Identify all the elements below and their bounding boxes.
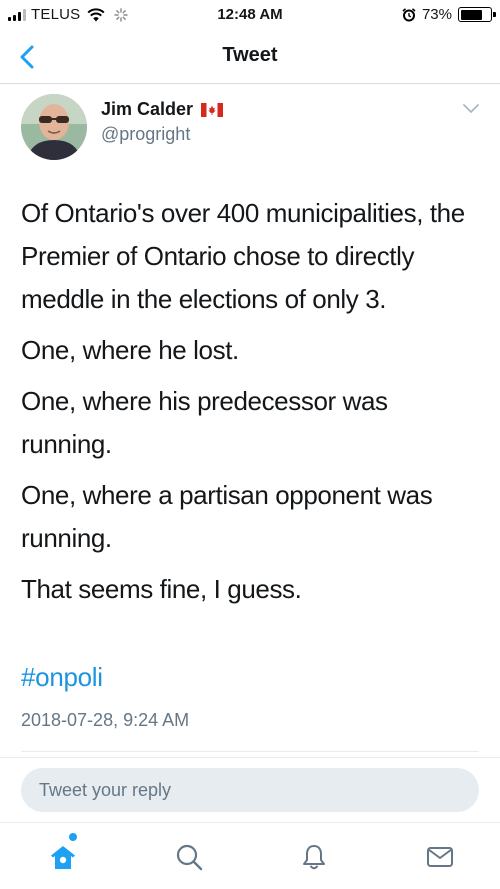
- page-title: Tweet: [222, 44, 278, 66]
- avatar[interactable]: [21, 94, 87, 160]
- canada-flag-icon: [201, 102, 224, 117]
- tab-bar: [0, 822, 500, 889]
- bell-icon: [303, 845, 325, 870]
- home-icon: [51, 846, 75, 869]
- nav-bar: Tweet: [0, 30, 500, 84]
- tweet-paragraph: One, where a partisan opponent was runni…: [21, 480, 433, 553]
- status-right: 73%: [402, 6, 496, 23]
- hashtag-link[interactable]: #onpoli: [21, 662, 103, 693]
- author-name[interactable]: Jim Calder: [101, 99, 193, 120]
- chevron-down-icon[interactable]: [461, 102, 481, 116]
- tab-notifications[interactable]: [298, 841, 330, 873]
- tweet-author: Jim Calder @progright: [21, 94, 481, 160]
- search-icon: [176, 844, 203, 871]
- alarm-icon: [402, 7, 416, 21]
- tab-home[interactable]: [47, 841, 79, 873]
- avatar-image: [21, 94, 87, 160]
- tweet-text: Of Ontario's over 400 municipalities, th…: [21, 192, 483, 619]
- tweet-paragraph: That seems fine, I guess.: [21, 574, 302, 604]
- battery-percent: 73%: [421, 6, 452, 23]
- author-name-row: Jim Calder: [101, 99, 224, 120]
- tab-search[interactable]: [173, 841, 205, 873]
- tab-messages[interactable]: [424, 841, 456, 873]
- tweet-paragraph: Of Ontario's over 400 municipalities, th…: [21, 198, 465, 314]
- status-bar: TELUS 12:48 AM 73%: [0, 0, 500, 30]
- mail-icon: [427, 847, 453, 867]
- reply-input[interactable]: Tweet your reply: [21, 768, 479, 812]
- tweet-paragraph: One, where his predecessor was running.: [21, 386, 388, 459]
- divider: [21, 751, 479, 752]
- tweet-timestamp: 2018-07-28, 9:24 AM: [21, 710, 190, 730]
- battery-fill: [460, 9, 482, 20]
- reply-placeholder: Tweet your reply: [39, 780, 172, 800]
- tweet-paragraph: One, where he lost.: [21, 335, 239, 365]
- battery-icon: [458, 7, 496, 22]
- divider: [0, 757, 500, 758]
- home-unread-dot: [69, 833, 77, 841]
- author-handle[interactable]: @progright: [101, 124, 190, 145]
